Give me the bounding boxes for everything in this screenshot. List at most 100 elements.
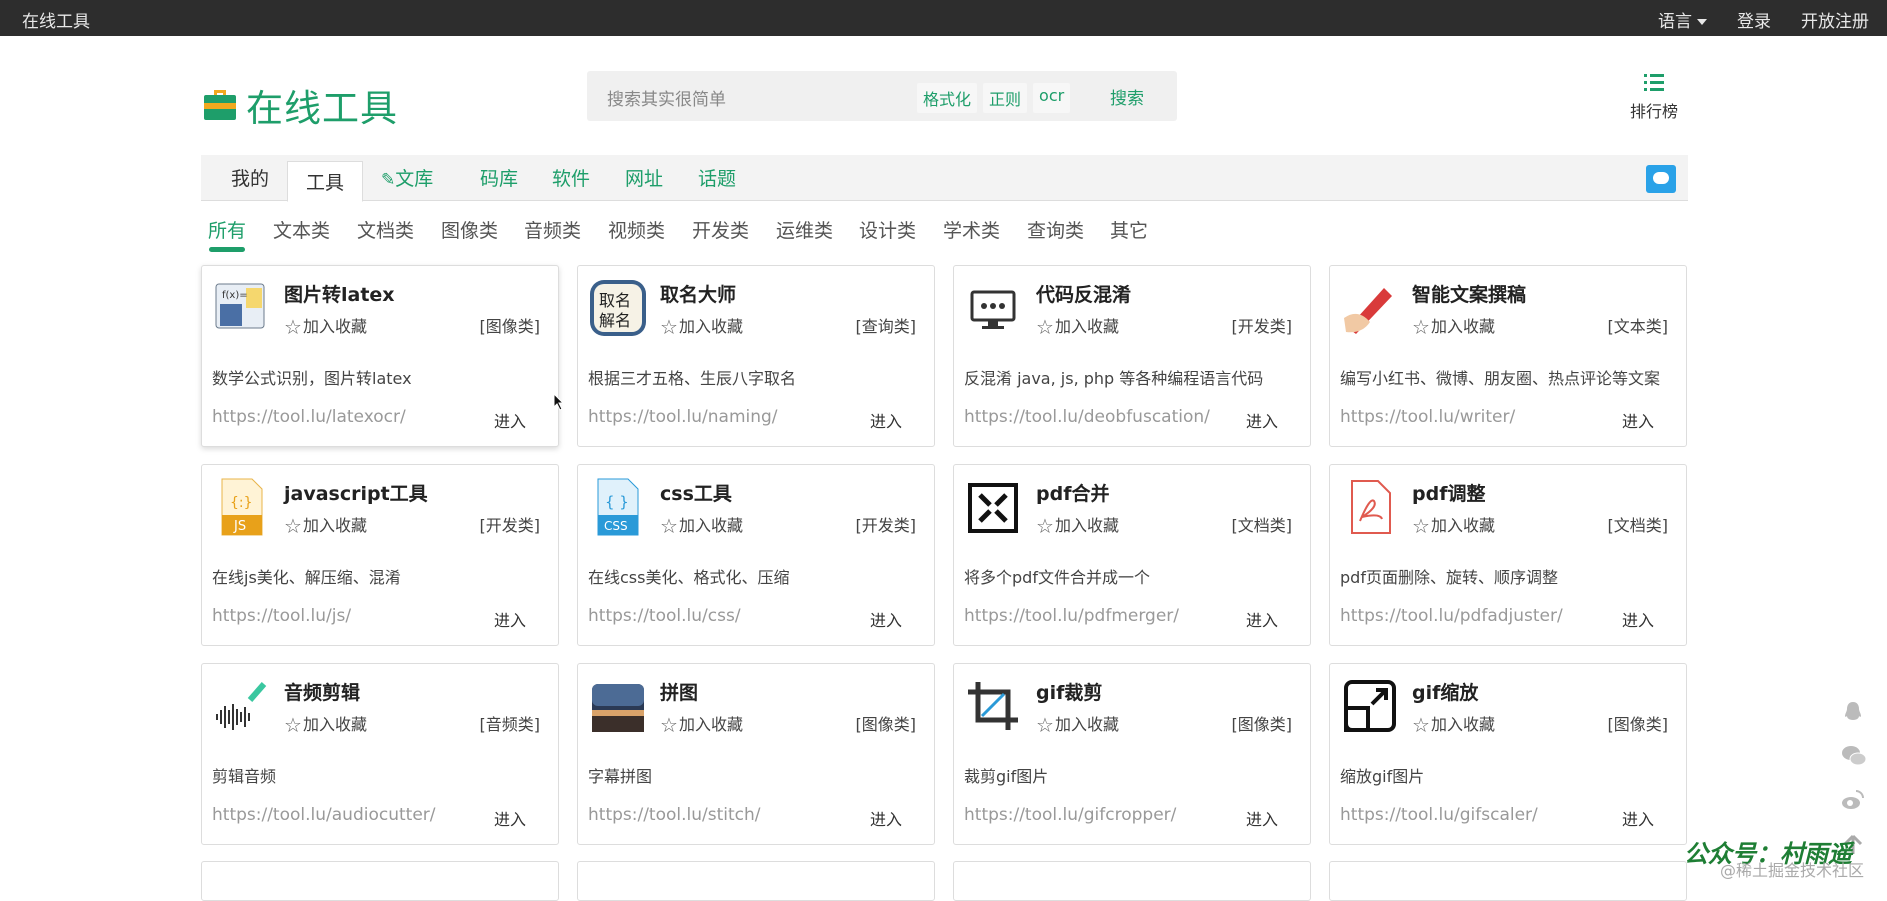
tool-card[interactable]: 智能文案撰稿 ☆加入收藏 [文本类] 编写小红书、微博、朋友圈、热点评论等文案 http… [1329,265,1687,447]
enter-button[interactable]: 进入 [1246,806,1278,830]
tool-card[interactable]: 音频剪辑 ☆加入收藏 [音频类] 剪辑音频 https://tool.lu/audioc… [201,663,559,845]
tool-url[interactable]: https://tool.lu/naming/ [588,407,778,427]
category-doc[interactable]: 文档类 [357,216,414,243]
tool-url[interactable]: https://tool.lu/audiocutter/ [212,805,436,825]
quick-link-format[interactable]: 格式化 [917,83,978,113]
enter-button[interactable]: 进入 [1246,408,1278,432]
tab-sites[interactable]: 网址 [625,164,663,191]
tool-card[interactable]: gif裁剪 ☆加入收藏 [图像类] 裁剪gif图片 https://tool.lu/gi… [953,663,1311,845]
tool-card[interactable]: gif缩放 ☆加入收藏 [图像类] 缩放gif图片 https://tool.lu/gi… [1329,663,1687,845]
category-all[interactable]: 所有 [208,216,246,243]
enter-button[interactable]: 进入 [494,806,526,830]
tool-title[interactable]: 图片转latex [284,280,395,307]
tool-card[interactable]: 取名 解名 取名大师 ☆加入收藏 [查询类] 根据三才五格、生辰八字取名 https://t… [577,265,935,447]
enter-button[interactable]: 进入 [870,408,902,432]
tab-mine[interactable]: 我的 [231,164,269,191]
enter-button[interactable]: 进入 [1622,607,1654,631]
tool-card[interactable] [201,861,559,901]
tool-category[interactable]: [音频类] [480,711,541,735]
weibo-icon[interactable] [1841,788,1865,812]
add-favorite-button[interactable]: ☆加入收藏 [1036,711,1119,737]
tool-title[interactable]: 代码反混淆 [1036,280,1131,307]
tool-url[interactable]: https://tool.lu/gifcropper/ [964,805,1176,825]
tool-url[interactable]: https://tool.lu/pdfadjuster/ [1340,606,1563,626]
quick-link-ocr[interactable]: ocr [1033,83,1071,113]
tool-url[interactable]: https://tool.lu/stitch/ [588,805,761,825]
tool-url[interactable]: https://tool.lu/writer/ [1340,407,1515,427]
tool-category[interactable]: [文本类] [1608,313,1669,337]
enter-button[interactable]: 进入 [1622,408,1654,432]
quick-link-regex[interactable]: 正则 [983,83,1028,113]
search-input[interactable]: 搜索其实很简单 [607,85,726,110]
tool-url[interactable]: https://tool.lu/js/ [212,606,351,626]
tool-category[interactable]: [图像类] [480,313,541,337]
tool-title[interactable]: pdf调整 [1412,479,1485,506]
enter-button[interactable]: 进入 [494,408,526,432]
category-image[interactable]: 图像类 [441,216,498,243]
tool-category[interactable]: [图像类] [1232,711,1293,735]
tab-software[interactable]: 软件 [552,164,590,191]
tool-title[interactable]: 智能文案撰稿 [1412,280,1526,307]
enter-button[interactable]: 进入 [870,607,902,631]
tool-title[interactable]: css工具 [660,479,732,506]
add-favorite-button[interactable]: ☆加入收藏 [284,711,367,737]
tool-title[interactable]: gif缩放 [1412,678,1478,705]
search-button[interactable]: 搜索 [1110,84,1144,109]
tool-url[interactable]: https://tool.lu/css/ [588,606,741,626]
wechat-icon[interactable] [1841,744,1867,768]
enter-button[interactable]: 进入 [1246,607,1278,631]
category-audio[interactable]: 音频类 [524,216,581,243]
category-ops[interactable]: 运维类 [776,216,833,243]
enter-button[interactable]: 进入 [1622,806,1654,830]
tool-category[interactable]: [文档类] [1608,512,1669,536]
category-video[interactable]: 视频类 [608,216,665,243]
tool-card[interactable]: pdf调整 ☆加入收藏 [文档类] pdf页面删除、旋转、顺序调整 https://to… [1329,464,1687,646]
tool-category[interactable]: [开发类] [856,512,917,536]
tool-card[interactable]: f(x)= 图片转latex ☆加入收藏 [图像类] 数学公式识别，图片转latex ht… [201,265,559,447]
login-link[interactable]: 登录 [1737,7,1771,32]
tab-library[interactable]: ✎文库 [381,164,433,191]
site-name-link[interactable]: 在线工具 [22,7,90,32]
tab-code[interactable]: 码库 [480,164,518,191]
tool-url[interactable]: https://tool.lu/latexocr/ [212,407,406,427]
category-dev[interactable]: 开发类 [692,216,749,243]
tool-title[interactable]: 取名大师 [660,280,736,307]
tool-title[interactable]: 拼图 [660,678,698,705]
tool-card[interactable]: { } CSS css工具 ☆加入收藏 [开发类] 在线css美化、格式化、压缩 https… [577,464,935,646]
add-favorite-button[interactable]: ☆加入收藏 [660,313,743,339]
category-academic[interactable]: 学术类 [943,216,1000,243]
tool-category[interactable]: [查询类] [856,313,917,337]
tool-card[interactable]: 拼图 ☆加入收藏 [图像类] 字幕拼图 https://tool.lu/stitch/进… [577,663,935,845]
site-logo[interactable]: 在线工具 [204,78,398,132]
category-other[interactable]: 其它 [1110,216,1148,243]
tool-card[interactable] [577,861,935,901]
qq-icon[interactable] [1841,700,1865,724]
tab-topics[interactable]: 话题 [698,164,736,191]
category-design[interactable]: 设计类 [859,216,916,243]
tool-title[interactable]: gif裁剪 [1036,678,1102,705]
language-dropdown[interactable]: 语言 [1658,7,1707,32]
category-text[interactable]: 文本类 [273,216,330,243]
tool-url[interactable]: https://tool.lu/deobfuscation/ [964,407,1210,427]
tool-card[interactable]: {:} JS javascript工具 ☆加入收藏 [开发类] 在线js美化、解压缩、混淆… [201,464,559,646]
tool-card[interactable] [1329,861,1687,901]
tool-card[interactable]: pdf合并 ☆加入收藏 [文档类] 将多个pdf文件合并成一个 https://tool… [953,464,1311,646]
tool-card[interactable]: 代码反混淆 ☆加入收藏 [开发类] 反混淆 java, js, php 等各种编程语言… [953,265,1311,447]
add-favorite-button[interactable]: ☆加入收藏 [660,512,743,538]
tool-card[interactable] [953,861,1311,901]
add-favorite-button[interactable]: ☆加入收藏 [284,512,367,538]
add-favorite-button[interactable]: ☆加入收藏 [1036,512,1119,538]
add-favorite-button[interactable]: ☆加入收藏 [1036,313,1119,339]
tool-url[interactable]: https://tool.lu/gifscaler/ [1340,805,1538,825]
add-favorite-button[interactable]: ☆加入收藏 [1412,313,1495,339]
tool-title[interactable]: 音频剪辑 [284,678,360,705]
tool-title[interactable]: pdf合并 [1036,479,1109,506]
add-favorite-button[interactable]: ☆加入收藏 [1412,711,1495,737]
add-favorite-button[interactable]: ☆加入收藏 [1412,512,1495,538]
chat-icon[interactable] [1646,165,1676,193]
register-link[interactable]: 开放注册 [1801,7,1869,32]
ranking-button[interactable]: 排行榜 [1626,74,1682,122]
tool-category[interactable]: [开发类] [1232,313,1293,337]
tool-category[interactable]: [开发类] [480,512,541,536]
enter-button[interactable]: 进入 [494,607,526,631]
